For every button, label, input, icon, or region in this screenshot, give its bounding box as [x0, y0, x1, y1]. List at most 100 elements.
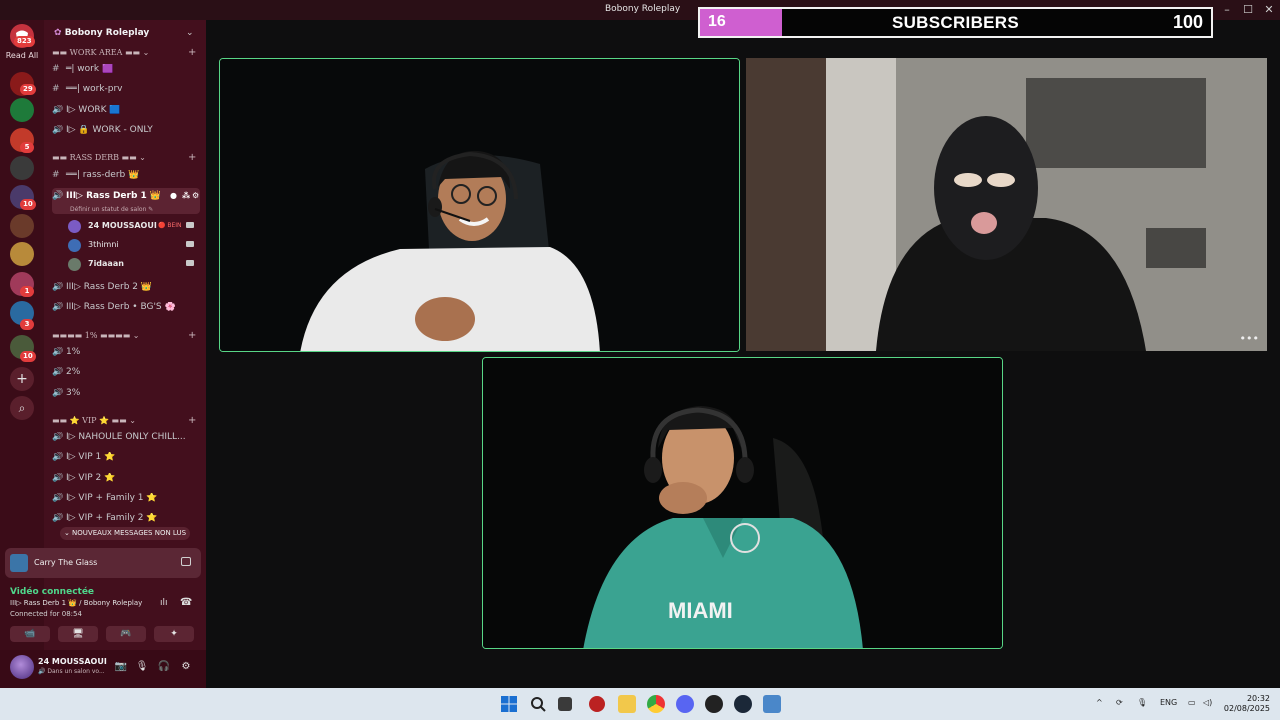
channel-item[interactable]: 🔊 3% — [52, 388, 200, 406]
microphone-icon[interactable]: 🎙 — [1137, 698, 1147, 707]
voice-connection-panel: Vidéo connectée III▷ Rass Derb 1 👑 / Bob… — [0, 583, 206, 649]
channel-item[interactable]: 🔊 I▷ VIP 2 ⭐ — [52, 473, 200, 491]
category-1-percent[interactable]: ▬▬▬▬ 1% ▬▬▬▬ ⌄ + — [52, 330, 202, 341]
video-tile[interactable] — [219, 58, 740, 352]
hash-icon: # — [52, 64, 60, 74]
channel-item[interactable]: # ══| rass-derb 👑 — [52, 170, 200, 188]
server-name-header[interactable]: ✿ Bobony Roleplay — [54, 28, 149, 38]
window-title: Bobony Roleplay — [605, 4, 681, 14]
speaker-icon: 🔊 — [52, 105, 64, 115]
category-vip[interactable]: ▬▬ ⭐ VIP ⭐ ▬▬ ⌄ + — [52, 415, 202, 426]
video-button[interactable]: 📹 — [10, 626, 50, 642]
server-badge: 10 — [20, 351, 36, 362]
category-work-area[interactable]: ▬▬ WORK AREA ▬▬ ⌄ + — [52, 47, 202, 58]
search-icon[interactable] — [529, 695, 547, 713]
channel-label: III▷ Rass Derb • BG'S 🌸 — [66, 302, 176, 312]
channel-item[interactable]: 🔊 I▷ VIP 1 ⭐ — [52, 452, 200, 470]
channel-item[interactable]: 🔊 1% — [52, 347, 200, 365]
start-button[interactable] — [500, 695, 518, 713]
sync-icon[interactable]: ⟳ — [1116, 698, 1123, 707]
minimize-button[interactable]: – — [1217, 3, 1237, 16]
speaker-icon: 🔊 — [52, 473, 64, 483]
speaker-icon: 🔊 — [52, 302, 64, 312]
invite-icon[interactable]: ⁂ — [182, 191, 190, 200]
activity-card[interactable]: Carry The Glass — [5, 548, 201, 578]
add-channel-icon[interactable]: + — [188, 415, 196, 426]
avatar — [68, 220, 81, 233]
participant-video — [746, 58, 1267, 351]
camera-icon — [186, 241, 194, 247]
read-all-button[interactable]: Read All — [0, 51, 44, 60]
close-button[interactable]: ✕ — [1259, 3, 1279, 16]
headphones-icon[interactable]: 🎧 — [157, 660, 171, 674]
channel-item[interactable]: 🔊 III▷ Rass Derb • BG'S 🌸 — [52, 302, 200, 320]
soundboard-icon[interactable]: ılı — [160, 598, 168, 608]
volume-icon[interactable]: ◁) — [1203, 698, 1212, 707]
screen-share-icon[interactable] — [181, 557, 191, 566]
server-icon[interactable] — [10, 242, 34, 266]
channel-item[interactable]: 🔊 I▷ 🔒 WORK - ONLY — [52, 125, 200, 143]
channel-label: I▷ 🔒 WORK - ONLY — [66, 125, 153, 135]
maximize-button[interactable]: ☐ — [1238, 3, 1258, 16]
gear-icon[interactable]: ⚙ — [179, 660, 193, 674]
voice-status[interactable]: Vidéo connectée — [10, 587, 94, 597]
microphone-icon[interactable]: 🎙 — [135, 660, 149, 674]
channel-label: 3% — [66, 388, 81, 398]
new-unread-messages-button[interactable]: ⌄ NOUVEAUX MESSAGES NON LUS — [60, 527, 190, 540]
channel-item[interactable]: # ══| work-prv — [52, 84, 200, 102]
channel-label: 1% — [66, 347, 81, 357]
voice-user[interactable]: 3thimni — [68, 238, 198, 254]
participant-video: MIAMI — [483, 358, 1002, 648]
channel-item[interactable]: 🔊 III▷ Rass Derb 2 👑 — [52, 282, 200, 300]
server-icon[interactable] — [10, 156, 34, 180]
task-view-icon[interactable] — [558, 697, 572, 711]
add-server-icon[interactable]: + — [10, 367, 34, 391]
category-rass-derb[interactable]: ▬▬ RASS DERB ▬▬ ⌄ + — [52, 152, 202, 163]
network-icon[interactable]: ▭ — [1188, 698, 1196, 707]
channel-label: 2% — [66, 367, 81, 377]
channel-item[interactable]: # ═| work 🟪 — [52, 64, 200, 82]
add-channel-icon[interactable]: + — [188, 152, 196, 163]
chevron-down-icon[interactable]: ⌄ — [186, 28, 194, 38]
add-channel-icon[interactable]: + — [188, 330, 196, 341]
channel-label: I▷ VIP 1 ⭐ — [66, 452, 116, 462]
discord-icon[interactable] — [676, 695, 694, 713]
add-channel-icon[interactable]: + — [188, 47, 196, 58]
video-stage: ••• MIAMI — [206, 20, 1280, 688]
video-tile[interactable]: ••• — [746, 58, 1267, 351]
disconnect-icon[interactable]: ☎ — [180, 597, 192, 608]
obs-icon[interactable] — [705, 695, 723, 713]
more-options-icon[interactable]: ••• — [1240, 332, 1259, 345]
channel-item[interactable]: 🔊 2% — [52, 367, 200, 385]
chrome-icon[interactable] — [647, 695, 665, 713]
category-label: ▬▬▬▬ 1% ▬▬▬▬ ⌄ — [52, 331, 140, 340]
gear-icon[interactable]: ⚙ — [192, 191, 199, 200]
speaker-icon: 🔊 — [52, 367, 64, 377]
video-tile[interactable]: MIAMI — [482, 357, 1003, 649]
discover-icon[interactable]: ⌕ — [10, 396, 34, 420]
file-explorer-icon[interactable] — [618, 695, 636, 713]
channel-status[interactable]: Définir un statut de salon ✎ — [70, 206, 190, 213]
share-screen-button[interactable]: 🖥 — [58, 626, 98, 642]
activities-button[interactable]: 🎮 — [106, 626, 146, 642]
app-icon[interactable] — [589, 696, 605, 712]
channel-item[interactable]: 🔊 I▷ VIP + Family 1 ⭐ — [52, 493, 200, 511]
clock[interactable]: 20:32 02/08/2025 — [1222, 694, 1270, 714]
server-icon[interactable] — [10, 214, 34, 238]
language-indicator[interactable]: ENG — [1160, 698, 1177, 707]
avatar[interactable] — [10, 655, 34, 679]
soundboard-button[interactable]: ✦ — [154, 626, 194, 642]
voice-user[interactable]: 24 MOUSSAOUI 🔴 BEIN — [68, 219, 198, 235]
user-name[interactable]: 24 MOUSSAOUI — [38, 657, 107, 666]
camera-off-icon[interactable]: 📷 — [114, 660, 128, 674]
steam-icon[interactable] — [734, 695, 752, 713]
channel-item[interactable]: 🔊 I▷ NAHOULE ONLY CHILL... — [52, 432, 200, 450]
channel-label: I▷ NAHOULE ONLY CHILL... — [66, 432, 186, 442]
channel-item[interactable]: 🔊 I▷ WORK 🟦 — [52, 105, 200, 123]
server-icon[interactable] — [10, 98, 34, 122]
voice-channel-link[interactable]: III▷ Rass Derb 1 👑 / Bobony Roleplay — [10, 599, 142, 607]
chat-icon[interactable]: ● — [170, 191, 177, 200]
chevron-up-icon[interactable]: ^ — [1096, 698, 1103, 707]
app-icon[interactable] — [763, 695, 781, 713]
voice-user[interactable]: 7idaaan — [68, 257, 198, 273]
